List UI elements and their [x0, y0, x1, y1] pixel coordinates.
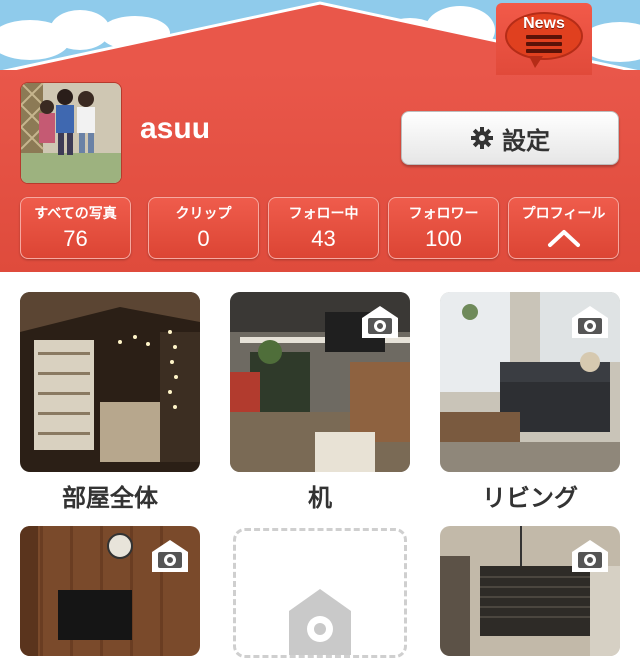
camera-icon — [152, 540, 188, 572]
add-room-placeholder[interactable] — [233, 528, 407, 658]
room-label: 部屋全体 — [62, 484, 158, 512]
room-label: 机 — [308, 484, 332, 512]
stat-count: 100 — [425, 226, 462, 251]
news-list-icon — [526, 35, 562, 56]
room-tile-6[interactable] — [440, 526, 620, 656]
camera-icon — [572, 540, 608, 572]
profile-tab[interactable]: プロフィール — [508, 197, 619, 259]
stat-title: フォロワー — [408, 206, 479, 222]
stat-followers[interactable]: フォロワー 100 — [388, 197, 499, 259]
chevron-up-icon — [547, 230, 580, 247]
settings-button[interactable]: 設定 — [401, 111, 619, 165]
stat-title: フォロー中 — [288, 206, 359, 222]
stat-count: 0 — [197, 226, 210, 251]
room-label: リビング — [482, 484, 578, 512]
avatar[interactable] — [20, 82, 122, 184]
room-tile-4[interactable] — [20, 526, 200, 656]
stat-count: 43 — [311, 226, 336, 251]
gear-icon — [471, 127, 493, 149]
stat-count: 76 — [63, 226, 88, 251]
profile-tab-title: プロフィール — [521, 206, 606, 222]
stat-all-photos[interactable]: すべての写真 76 — [20, 197, 131, 259]
news-bubble-tail — [529, 56, 543, 68]
stat-clips[interactable]: クリップ 0 — [148, 197, 259, 259]
username: asuu — [140, 112, 211, 145]
stat-following[interactable]: フォロー中 43 — [268, 197, 379, 259]
camera-icon — [572, 306, 608, 338]
settings-label: 設定 — [502, 126, 550, 155]
camera-house-icon — [289, 589, 351, 655]
room-tile-living[interactable] — [440, 292, 620, 472]
stat-title: すべての写真 — [34, 206, 117, 222]
camera-icon — [362, 306, 398, 338]
room-tile-whole-room[interactable] — [20, 292, 200, 472]
news-label[interactable]: News — [505, 15, 583, 33]
room-tile-desk[interactable] — [230, 292, 410, 472]
stat-title: クリップ — [175, 206, 232, 222]
